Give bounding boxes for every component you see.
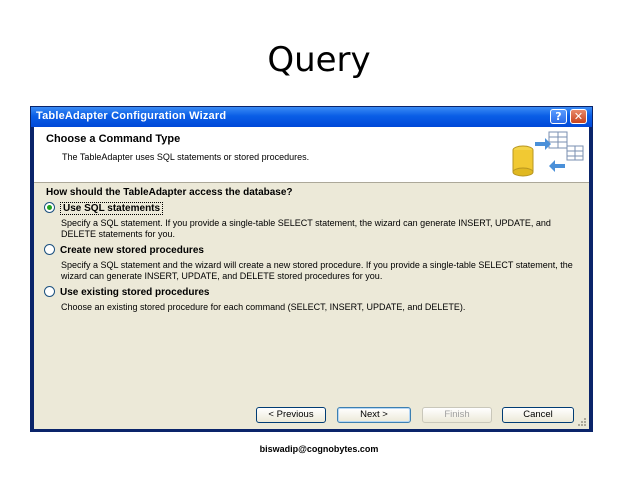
- radio-selected-icon[interactable]: [44, 202, 55, 213]
- option-create-new-stored-procedures[interactable]: Create new stored procedures: [44, 244, 204, 256]
- close-button[interactable]: ✕: [570, 109, 587, 124]
- database-table-icon: [512, 131, 584, 177]
- finish-button: Finish: [422, 407, 492, 423]
- radio-unselected-icon[interactable]: [44, 286, 55, 297]
- next-button[interactable]: Next >: [337, 407, 411, 423]
- option-description: Specify a SQL statement and the wizard w…: [61, 260, 573, 281]
- title-bar[interactable]: TableAdapter Configuration Wizard ? ✕: [31, 107, 592, 127]
- wizard-window: TableAdapter Configuration Wizard ? ✕ Ch…: [30, 106, 593, 432]
- previous-button[interactable]: < Previous: [256, 407, 326, 423]
- option-label: Use SQL statements: [60, 202, 164, 215]
- header-subtitle: The TableAdapter uses SQL statements or …: [62, 152, 310, 162]
- option-label: Use existing stored procedures: [60, 287, 210, 298]
- option-description: Choose an existing stored procedure for …: [61, 302, 466, 312]
- option-use-existing-stored-procedures[interactable]: Use existing stored procedures: [44, 286, 210, 298]
- slide-title: Query: [267, 40, 371, 80]
- footer-email: biswadip@cognobytes.com: [259, 444, 379, 454]
- header-panel: Choose a Command Type The TableAdapter u…: [34, 127, 589, 183]
- cancel-button[interactable]: Cancel: [502, 407, 574, 423]
- dialog-client: Choose a Command Type The TableAdapter u…: [34, 127, 589, 429]
- option-label: Create new stored procedures: [60, 245, 204, 256]
- radio-unselected-icon[interactable]: [44, 244, 55, 255]
- option-use-sql-statements[interactable]: Use SQL statements: [44, 202, 164, 215]
- help-button[interactable]: ?: [550, 109, 567, 124]
- window-title: TableAdapter Configuration Wizard: [36, 110, 227, 122]
- header-title: Choose a Command Type: [46, 133, 181, 145]
- options-area: How should the TableAdapter access the d…: [34, 183, 589, 429]
- resize-grip-icon[interactable]: [577, 417, 587, 427]
- option-description: Specify a SQL statement. If you provide …: [61, 218, 551, 239]
- question-label: How should the TableAdapter access the d…: [46, 187, 293, 198]
